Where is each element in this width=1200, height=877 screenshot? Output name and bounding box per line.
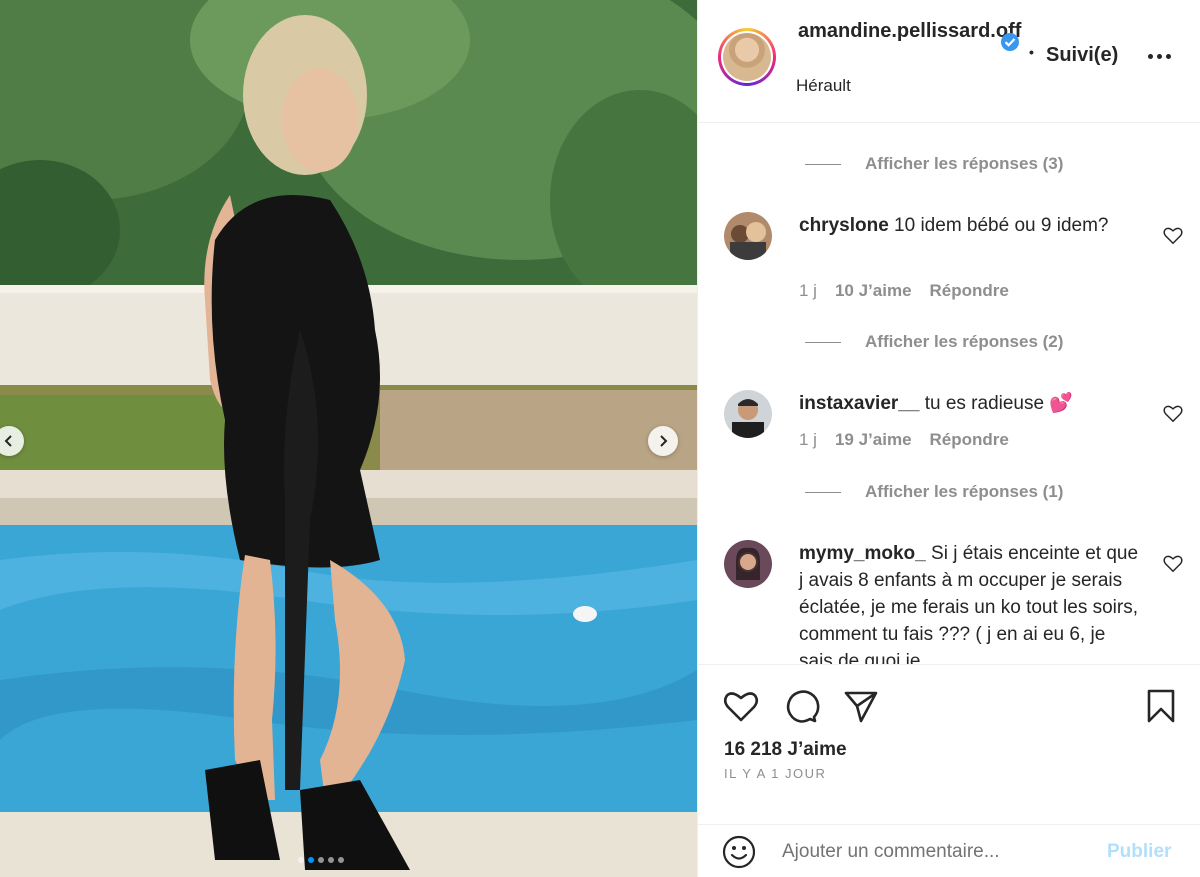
view-replies-button[interactable]: Afficher les réponses (2) <box>805 332 1063 352</box>
post-actions: 16 218 J’aime IL Y A 1 JOUR <box>698 664 1200 824</box>
comment-username[interactable]: chryslone <box>799 215 889 236</box>
comment-text-block: chryslone 10 idem bébé ou 9 idem? <box>799 212 1139 239</box>
chevron-left-icon <box>4 435 12 447</box>
comment-age: 1 j <box>799 281 817 300</box>
likes-count[interactable]: 16 218 J’aime <box>724 739 847 761</box>
comment-username[interactable]: instaxavier__ <box>799 393 919 414</box>
reply-button[interactable]: Répondre <box>930 281 1009 301</box>
view-replies-label: Afficher les réponses (2) <box>865 332 1064 351</box>
comment-meta: 1 j 19 J’aime Répondre <box>799 430 1009 450</box>
heart-icon[interactable] <box>1162 552 1184 574</box>
chevron-right-icon <box>660 435 668 447</box>
author-avatar[interactable] <box>718 28 776 86</box>
comment-input[interactable] <box>782 837 1082 867</box>
post-media[interactable] <box>0 0 697 877</box>
slide-dot <box>328 857 334 863</box>
slide-dot-active <box>308 857 314 863</box>
comment-age: 1 j <box>799 430 817 449</box>
view-replies-label: Afficher les réponses (3) <box>865 154 1064 173</box>
verified-badge-icon <box>1001 33 1019 51</box>
post-location[interactable]: Hérault <box>796 76 851 96</box>
comment-likes[interactable]: 10 J’aime <box>835 281 912 301</box>
slide-dot <box>338 857 344 863</box>
emoji-icon[interactable] <box>722 835 756 869</box>
reply-button[interactable]: Répondre <box>930 430 1009 450</box>
comment-username[interactable]: mymy_moko_ <box>799 543 926 564</box>
comment-text-block: instaxavier__ tu es radieuse 💕 <box>799 390 1139 417</box>
comment-composer: Publier <box>698 824 1200 877</box>
comment-likes[interactable]: 19 J’aime <box>835 430 912 450</box>
view-replies-button[interactable]: Afficher les réponses (3) <box>805 154 1063 174</box>
comment-meta: 1 j 10 J’aime Répondre <box>799 281 1009 301</box>
bookmark-icon[interactable] <box>1142 687 1180 725</box>
post-header: amandine.pellissard.off • Suivi(e) Hérau… <box>698 0 1200 123</box>
publish-button[interactable]: Publier <box>1107 841 1171 863</box>
heart-icon[interactable] <box>722 687 760 725</box>
heart-icon[interactable] <box>1162 402 1184 424</box>
post-sidebar: amandine.pellissard.off • Suivi(e) Hérau… <box>697 0 1200 877</box>
post-photo <box>0 0 697 877</box>
next-slide-button[interactable] <box>648 426 678 456</box>
heart-icon[interactable] <box>1162 224 1184 246</box>
commenter-avatar[interactable] <box>724 212 772 260</box>
post-time[interactable]: IL Y A 1 JOUR <box>724 766 826 781</box>
comment-icon[interactable] <box>782 687 820 725</box>
view-replies-button[interactable]: Afficher les réponses (1) <box>805 482 1063 502</box>
comment-text: tu es radieuse 💕 <box>924 393 1073 414</box>
comment-text-block: mymy_moko_ Si j étais enceinte et que j … <box>799 540 1139 664</box>
view-replies-label: Afficher les réponses (1) <box>865 482 1064 501</box>
author-username[interactable]: amandine.pellissard.off <box>798 18 1021 45</box>
commenter-avatar[interactable] <box>724 390 772 438</box>
follow-separator: • <box>1029 44 1034 60</box>
slide-dot <box>318 857 324 863</box>
more-options-icon[interactable] <box>1148 46 1174 66</box>
comments-list[interactable]: Afficher les réponses (3) chryslone 10 i… <box>698 124 1200 664</box>
share-icon[interactable] <box>842 687 880 725</box>
slide-indicator <box>298 857 344 863</box>
commenter-avatar[interactable] <box>724 540 772 588</box>
slide-dot <box>298 857 304 863</box>
following-button[interactable]: Suivi(e) <box>1046 44 1118 67</box>
comment-text: 10 idem bébé ou 9 idem? <box>894 215 1109 236</box>
